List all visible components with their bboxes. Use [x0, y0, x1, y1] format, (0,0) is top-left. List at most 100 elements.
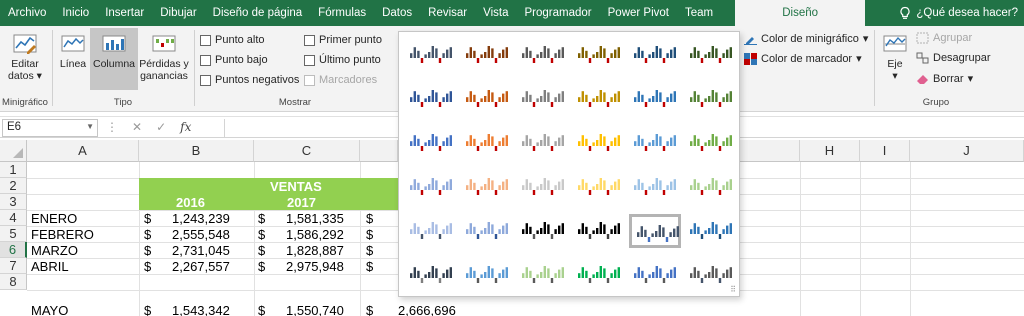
negative-points-checkbox[interactable]: Puntos negativos [200, 74, 299, 86]
sparkline-style-option[interactable] [405, 258, 457, 292]
tab-archivo[interactable]: Archivo [0, 0, 54, 26]
marker-color-button[interactable]: Color de marcador ▾ [744, 52, 862, 65]
column-header-b[interactable]: B [139, 140, 254, 162]
sparkline-style-option[interactable] [573, 126, 625, 160]
sparkline-style-option[interactable] [461, 82, 513, 116]
sparkline-style-option[interactable] [685, 170, 737, 204]
sparkline-style-option[interactable] [685, 126, 737, 160]
value-2017-cell[interactable]: 1,586,292 [286, 227, 344, 242]
tab-revisar[interactable]: Revisar [420, 0, 475, 26]
high-point-checkbox[interactable]: Punto alto [200, 34, 265, 46]
enter-icon[interactable]: ✓ [156, 120, 166, 134]
sparkline-style-option[interactable] [517, 170, 569, 204]
value-2017-cell[interactable]: 1,828,887 [286, 243, 344, 258]
row-header-6[interactable]: 6 [0, 242, 27, 258]
value-2016-cell[interactable]: 1,543,342 [172, 303, 230, 316]
sparkline-style-option[interactable] [461, 258, 513, 292]
column-header-h[interactable]: H [800, 140, 860, 162]
sparkline-style-option[interactable] [629, 258, 681, 292]
sparkline-style-option[interactable] [685, 38, 737, 72]
value-2017-cell[interactable]: 2,975,948 [286, 259, 344, 274]
sparkline-style-option[interactable] [629, 82, 681, 116]
tab-dibujar[interactable]: Dibujar [152, 0, 204, 26]
tab-power-pivot[interactable]: Power Pivot [600, 0, 677, 26]
tell-me-search[interactable]: ¿Qué desea hacer? [898, 0, 1024, 26]
sparkline-style-option[interactable] [685, 82, 737, 116]
month-cell[interactable]: ENERO [31, 211, 77, 226]
month-cell[interactable]: ABRIL [31, 259, 69, 274]
sparkline-style-option[interactable] [573, 170, 625, 204]
tab-inicio[interactable]: Inicio [54, 0, 97, 26]
axis-button[interactable]: Eje ▾ [880, 32, 910, 82]
sparkline-style-option[interactable] [461, 214, 513, 248]
insert-function-icon[interactable]: fx [180, 120, 191, 134]
tab-datos[interactable]: Datos [374, 0, 420, 26]
sparkline-style-option[interactable] [573, 258, 625, 292]
sparkline-style-option[interactable] [517, 82, 569, 116]
tab-team[interactable]: Team [677, 0, 721, 26]
value-2017-cell[interactable]: 1,581,335 [286, 211, 344, 226]
sparkline-column-button[interactable]: Columna [90, 28, 138, 90]
sparkline-style-option[interactable] [517, 126, 569, 160]
row-header-3[interactable]: 3 [0, 194, 27, 210]
value-2016-cell[interactable]: 2,555,548 [172, 227, 230, 242]
row-header-7[interactable]: 7 [0, 258, 27, 274]
column-header-i[interactable]: I [860, 140, 910, 162]
name-box[interactable]: E6 ▼ [2, 119, 98, 137]
sparkline-style-option[interactable] [573, 214, 625, 248]
column-header-c[interactable]: C [254, 140, 360, 162]
tab-formulas[interactable]: Fórmulas [310, 0, 374, 26]
sparkline-style-option[interactable] [405, 126, 457, 160]
sparkline-style-option[interactable] [405, 38, 457, 72]
ungroup-button[interactable]: Desagrupar [916, 52, 990, 64]
last-point-checkbox[interactable]: Último punto [304, 54, 381, 66]
tab-vista[interactable]: Vista [475, 0, 516, 26]
month-cell[interactable]: FEBRERO [31, 227, 94, 242]
sparkline-style-option[interactable] [405, 82, 457, 116]
value-2016-cell[interactable]: 2,731,045 [172, 243, 230, 258]
sparkline-style-option[interactable] [461, 38, 513, 72]
column-header-j[interactable]: J [910, 140, 1024, 162]
tab-programador[interactable]: Programador [517, 0, 600, 26]
value-2017-cell[interactable]: 1,550,740 [286, 303, 344, 316]
row-header-2[interactable]: 2 [0, 178, 27, 194]
sparkline-style-option[interactable] [685, 258, 737, 292]
value-2016-cell[interactable]: 1,243,239 [172, 211, 230, 226]
row-header-8[interactable]: 8 [0, 274, 27, 290]
low-point-checkbox[interactable]: Punto bajo [200, 54, 268, 66]
edit-data-button[interactable]: Editar datos ▾ [4, 32, 46, 82]
sparkline-color-button[interactable]: Color de minigráfico ▾ [744, 32, 868, 45]
first-point-checkbox[interactable]: Primer punto [304, 34, 382, 46]
sparkline-style-option[interactable] [461, 126, 513, 160]
value-2016-cell[interactable]: 2,267,557 [172, 259, 230, 274]
sparkline-style-option[interactable] [629, 170, 681, 204]
sparkline-style-option[interactable] [573, 38, 625, 72]
column-header-d[interactable] [360, 140, 398, 162]
sparkline-style-option[interactable] [629, 214, 681, 248]
sparkline-style-option[interactable] [405, 170, 457, 204]
markers-checkbox[interactable]: Marcadores [304, 74, 377, 86]
sparkline-winloss-button[interactable]: Pérdidas y ganancias [138, 32, 190, 82]
group-button[interactable]: Agrupar [916, 32, 972, 44]
value-2018-cell[interactable]: 2,666,696 [398, 303, 456, 316]
row-header-4[interactable]: 4 [0, 210, 27, 226]
month-cell[interactable]: MARZO [31, 243, 78, 258]
month-cell[interactable]: MAYO [31, 303, 68, 316]
cancel-icon[interactable]: ✕ [132, 120, 142, 134]
sparkline-style-option[interactable] [573, 82, 625, 116]
select-all-button[interactable] [0, 140, 27, 162]
tab-insertar[interactable]: Insertar [97, 0, 152, 26]
column-header-a[interactable]: A [27, 140, 139, 162]
column-header-g[interactable] [740, 140, 800, 162]
sparkline-style-option[interactable] [517, 38, 569, 72]
sparkline-style-option[interactable] [405, 214, 457, 248]
clear-button[interactable]: Borrar ▾ [916, 72, 973, 85]
row-header-5[interactable]: 5 [0, 226, 27, 242]
sparkline-style-option[interactable] [461, 170, 513, 204]
sparkline-style-option[interactable] [629, 126, 681, 160]
row-header-1[interactable]: 1 [0, 162, 27, 178]
sparkline-style-option[interactable] [629, 38, 681, 72]
sparkline-style-option[interactable] [685, 214, 737, 248]
sparkline-style-option[interactable] [517, 258, 569, 292]
tab-diseno[interactable]: Diseño [735, 0, 866, 26]
